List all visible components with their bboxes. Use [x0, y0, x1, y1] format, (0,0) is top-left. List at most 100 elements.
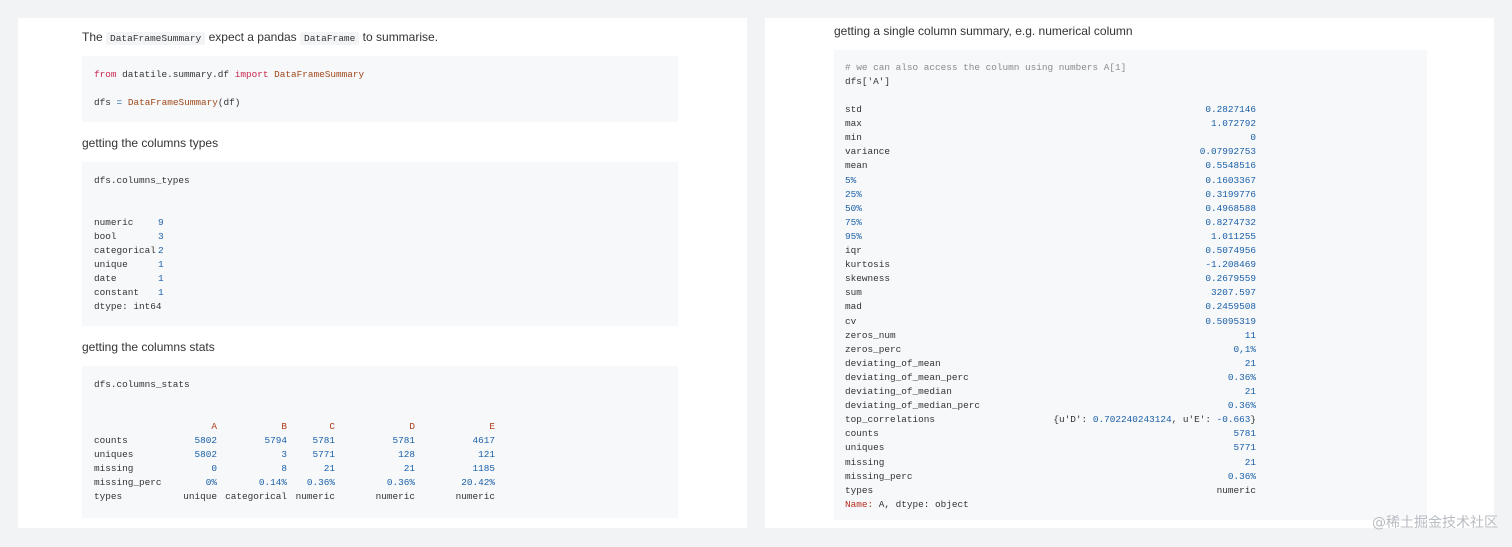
summary-label: deviating_of_median	[845, 386, 952, 397]
summary-value: 5781	[1233, 428, 1256, 440]
type-count: 1	[158, 287, 164, 298]
stats-heading: getting the columns stats	[82, 340, 215, 354]
summary-label: deviating_of_mean_perc	[845, 371, 969, 383]
summary-label: 75%	[845, 216, 862, 228]
summary-label: 95%	[845, 230, 862, 242]
summary-label: zeros_perc	[845, 343, 902, 355]
summary-label: mad	[845, 301, 862, 313]
stats-cell: 21	[403, 463, 415, 474]
columns-types-command: dfs.columns_types	[94, 175, 190, 186]
stats-column-header: C	[329, 421, 335, 432]
columns-stats-command: dfs.columns_stats	[94, 379, 190, 390]
assign-line: dfs = DataFrameSummary(df)	[94, 97, 241, 108]
summary-value: 0.3199776	[1205, 188, 1256, 200]
summary-value: 0.2459508	[1205, 301, 1256, 313]
summary-value: numeric	[1216, 484, 1256, 496]
type-label: numeric	[94, 217, 134, 228]
summary-label: mean	[845, 160, 868, 172]
type-count: 9	[158, 217, 164, 228]
summary-value: 21	[1244, 386, 1256, 397]
summary-value: 21	[1244, 456, 1256, 468]
single-column-code-block: # we can also access the column using nu…	[834, 50, 1427, 520]
summary-label: iqr	[845, 245, 862, 256]
stats-column-header: D	[409, 421, 415, 432]
summary-label: max	[845, 118, 862, 130]
columns-stats-code-block: dfs.columns_stats A B C D Ecounts 5802 5794 578…	[82, 366, 678, 518]
stats-cell: 5771	[312, 449, 335, 460]
summary-label: uniques	[845, 442, 885, 454]
import-code-block: from datatile.summary.df import DataFram…	[82, 56, 678, 122]
summary-label: top_correlations	[845, 414, 936, 426]
types-heading: getting the columns types	[82, 136, 219, 150]
summary-value: 0.07992753	[1199, 146, 1256, 158]
summary-value: 0.2827146	[1205, 104, 1256, 115]
stats-cell: 0.36%	[386, 477, 415, 488]
type-count: 1	[158, 259, 164, 270]
type-label: unique	[94, 259, 128, 270]
inline-code-dataframesummary: DataFrameSummary	[106, 32, 206, 45]
summary-label: counts	[845, 428, 879, 440]
summary-value: 0.36%	[1227, 470, 1256, 482]
stats-cell: 20.42%	[461, 477, 495, 488]
summary-value: 0.36%	[1227, 400, 1256, 412]
stats-row-label: types	[94, 491, 123, 502]
summary-label: min	[845, 132, 862, 144]
summary-label: sum	[845, 287, 862, 299]
summary-value: 1.011255	[1210, 230, 1256, 242]
stats-cell: numeric	[455, 491, 495, 502]
summary-label: deviating_of_median_perc	[845, 400, 981, 412]
code-comment: # we can also access the column using nu…	[845, 62, 1127, 73]
summary-label: zeros_num	[845, 329, 896, 341]
dtype-line: dtype: int64	[94, 301, 162, 312]
columns-types-code-block: dfs.columns_types numeric 9 bool 3 categoric…	[82, 162, 678, 326]
stats-column-header: E	[489, 421, 495, 432]
summary-value: 0.2679559	[1205, 273, 1256, 285]
type-label: constant	[94, 287, 140, 298]
type-count: 2	[158, 245, 164, 256]
summary-label: 50%	[845, 202, 862, 214]
summary-label: types	[845, 484, 874, 496]
summary-label: missing	[845, 456, 885, 468]
summary-value: 0.4968588	[1205, 202, 1256, 214]
stats-row-label: counts	[94, 435, 128, 446]
summary-label: deviating_of_mean	[845, 357, 941, 369]
left-document-panel: The DataFrameSummary expect a pandas Dat…	[18, 18, 747, 528]
stats-cell: 4617	[472, 435, 495, 446]
summary-value: 11	[1244, 329, 1256, 341]
summary-value: 0	[1250, 132, 1256, 144]
summary-label: 25%	[845, 188, 862, 200]
summary-value: 0,1%	[1233, 343, 1256, 355]
import-line: from datatile.summary.df import DataFram…	[94, 69, 365, 80]
footer-dtype: A, dtype: object	[873, 498, 969, 510]
stats-cell: 5781	[392, 435, 415, 446]
summary-value: 5771	[1233, 442, 1256, 454]
stats-cell: 21	[323, 463, 335, 474]
summary-value: -1.208469	[1205, 259, 1256, 271]
inline-code-dataframe: DataFrame	[300, 32, 360, 45]
summary-value: {u'D': 0.702240243124, u'E': -0.663}	[1053, 414, 1256, 426]
watermark: @稀土掘金技术社区	[1372, 515, 1498, 531]
stats-cell: numeric	[295, 491, 335, 502]
summary-label: variance	[845, 146, 891, 158]
stats-cell: numeric	[375, 491, 415, 502]
series-footer: Name: A, dtype: object	[845, 498, 969, 512]
summary-value: 3207.597	[1210, 287, 1256, 299]
summary-value: 0.8274732	[1205, 216, 1256, 228]
summary-label: kurtosis	[845, 259, 891, 271]
right-document-panel: getting a single column summary, e.g. nu…	[765, 18, 1494, 528]
type-count: 3	[158, 231, 164, 242]
summary-value: 0.5548516	[1205, 160, 1256, 172]
summary-value: 0.36%	[1227, 371, 1256, 383]
stats-cell: 0.36%	[306, 477, 335, 488]
type-label: bool	[94, 231, 117, 242]
stats-cell: 128	[398, 449, 415, 460]
summary-value: 0.5074956	[1205, 245, 1256, 256]
type-label: categorical	[94, 245, 156, 256]
summary-label: cv	[845, 315, 857, 327]
intro-paragraph: The DataFrameSummary expect a pandas Dat…	[82, 30, 439, 45]
column-access-command: dfs['A']	[845, 76, 891, 87]
summary-label: 5%	[845, 174, 857, 186]
type-label: date	[94, 273, 117, 284]
summary-value: 21	[1244, 357, 1256, 369]
footer-name-keyword: Name:	[845, 498, 874, 510]
